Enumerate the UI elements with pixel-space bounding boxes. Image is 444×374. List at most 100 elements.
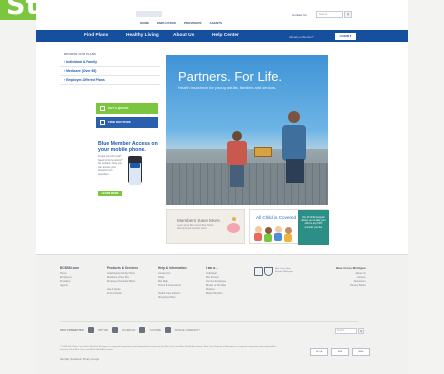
already-member-label: Already a Member?: [289, 34, 314, 39]
tab-employers[interactable]: EMPLOYERS: [157, 21, 176, 25]
social-links: STAY CONNECTED TWITTER FACEBOOK YOUTUBE …: [60, 327, 200, 333]
bcbs-name: Blue Cross Blue Shield of Michigan: [275, 268, 293, 273]
community-link[interactable]: MI BLUE COMMUNITY: [175, 329, 200, 332]
boy-body: [227, 141, 247, 165]
phone-screen: [129, 163, 141, 185]
urac-badge[interactable]: URAC: [352, 348, 370, 356]
footer-col-company: Blue Cross Michigan About Us Careers New…: [336, 266, 366, 288]
hero-subtitle: Health insurance for young adults, famil…: [178, 85, 277, 90]
footer-divider: [60, 321, 358, 322]
learn-more-button[interactable]: LEARN MORE: [98, 191, 122, 196]
footer-link[interactable]: Privacy Board: [336, 284, 366, 288]
login-button[interactable]: LOGIN ▾: [335, 32, 356, 40]
find-doctors-button[interactable]: FIND DOCTORS: [96, 117, 158, 128]
boy-head: [232, 131, 242, 141]
legal-links[interactable]: Site Map | Feedback | Privacy & Legal: [60, 359, 99, 361]
hero-banner[interactable]: Partners. For Life. Health insurance for…: [166, 55, 328, 205]
accreditation-badges: NCQA BBB URAC: [310, 348, 370, 356]
footer-col-iam: I am a... Individual 65+ Person Current …: [206, 266, 226, 296]
plan-medicare[interactable]: › Medicare (Over 65): [60, 67, 160, 76]
nav-healthy-living[interactable]: Healthy Living: [126, 33, 159, 38]
search-input[interactable]: Search: [316, 11, 343, 18]
search-icon[interactable]: Q: [344, 11, 352, 18]
plan-label: Individual & Family: [66, 60, 97, 64]
footer-link[interactable]: Employer-Provided Plans: [107, 280, 138, 284]
footer-heading: Help & Information: [158, 266, 187, 270]
man-head: [288, 111, 300, 123]
mobile-access-text: Forgot your ID Card? Need to find a doct…: [98, 155, 123, 176]
members-save-text: Learn about Blue Cross Blue Shield disco…: [177, 225, 214, 230]
members-save-promo[interactable]: Members Save More. Learn about Blue Cros…: [166, 209, 245, 244]
plan-label: Medicare (Over 65): [66, 69, 97, 73]
footer-link[interactable]: Find a Doctor: [107, 292, 138, 296]
tab-home[interactable]: HOME: [140, 21, 149, 25]
login-label: LOGIN: [339, 33, 350, 38]
plan-individual-family[interactable]: › Individual & Family: [60, 58, 160, 67]
member-card-icon: [130, 163, 140, 168]
phone-image: [128, 156, 142, 185]
cross-icon: [254, 267, 263, 276]
doctor-label: FIND DOCTORS: [108, 120, 131, 124]
boy-legs: [230, 165, 244, 187]
facebook-icon[interactable]: [112, 327, 119, 333]
tab-providers[interactable]: PROVIDERS: [184, 21, 202, 25]
hero-title: Partners. For Life.: [178, 69, 283, 84]
kid-head: [275, 226, 282, 233]
top-bar: [36, 0, 408, 30]
boy-figure: [226, 131, 248, 187]
twitter-link[interactable]: TWITTER: [98, 329, 109, 332]
footer-link[interactable]: Board Member: [206, 292, 226, 296]
facebook-link[interactable]: FACEBOOK: [122, 329, 135, 332]
child-covered-title: All Child is Covered: [256, 215, 297, 220]
main-nav: Find Plans Healthy Living About Us Help …: [36, 30, 408, 42]
footer-heading: BCBSM.com: [60, 266, 80, 270]
doctor-icon: [100, 120, 105, 125]
bcbs-logo[interactable]: [254, 267, 274, 277]
stay-connected-label: STAY CONNECTED: [60, 328, 84, 332]
child-covered-panel: Our All Child program allows you to take…: [298, 210, 329, 245]
footer-link[interactable]: Shopping Plans: [158, 296, 187, 300]
kid-head: [285, 227, 292, 234]
piggy-bank-icon: [227, 223, 240, 233]
footer-heading: Blue Cross Michigan: [336, 266, 366, 270]
footer-heading: Products & Services: [107, 266, 139, 270]
man-figure: [282, 105, 308, 183]
plans-menu: › Individual & Family › Medicare (Over 6…: [60, 58, 160, 85]
brand-logo[interactable]: [136, 11, 162, 17]
kid-body: [264, 234, 272, 242]
quote-label: GET A QUOTE: [108, 106, 129, 110]
youtube-link[interactable]: YOUTUBE: [149, 329, 161, 332]
nav-find-plans[interactable]: Find Plans: [84, 33, 108, 38]
kids-illustration: [254, 226, 296, 242]
coin-icon: [232, 217, 236, 221]
footer-col-help: Help & Information Contact Us FAQs Site …: [158, 266, 187, 300]
child-covered-promo[interactable]: All Child is Covered Our All Child progr…: [249, 209, 329, 245]
contact-us-link[interactable]: Contact Us: [292, 13, 307, 17]
man-body: [282, 125, 306, 161]
nav-about-us[interactable]: About Us: [173, 33, 194, 38]
members-save-title: Members Save More.: [177, 218, 221, 223]
quote-icon: [100, 106, 105, 111]
footer-link[interactable]: Agents: [60, 284, 79, 288]
twitter-icon[interactable]: [87, 327, 94, 333]
tab-agents[interactable]: AGENTS: [210, 21, 223, 25]
nav-help-center[interactable]: Help Center: [212, 33, 239, 38]
footer-col-site: BCBSM.com Home Employers Providers Agent…: [60, 266, 79, 288]
kid-body: [274, 233, 282, 241]
footer-col-products: Products & Services Individual & Family …: [107, 266, 138, 296]
footer-search-icon[interactable]: Q: [358, 328, 364, 334]
plan-employer[interactable]: › Employer-Offered Plans: [60, 76, 160, 85]
footer-search-input[interactable]: Search: [335, 328, 357, 334]
youtube-icon[interactable]: [139, 327, 146, 333]
man-legs: [286, 159, 304, 183]
legal-text: © 1996-2013 Blue Cross Blue Shield of Mi…: [60, 346, 276, 351]
footer-heading: I am a...: [206, 266, 218, 270]
shield-icon: [264, 267, 273, 276]
kid-head: [265, 227, 272, 234]
site-tabs: HOME EMPLOYERS PROVIDERS AGENTS: [140, 21, 222, 25]
community-icon[interactable]: [164, 327, 171, 333]
ncqa-badge[interactable]: NCQA: [310, 348, 328, 356]
mobile-access-title: Blue Member Access on your mobile phone.: [98, 141, 158, 153]
get-a-quote-button[interactable]: GET A QUOTE: [96, 103, 158, 114]
bbb-badge[interactable]: BBB: [331, 348, 349, 356]
